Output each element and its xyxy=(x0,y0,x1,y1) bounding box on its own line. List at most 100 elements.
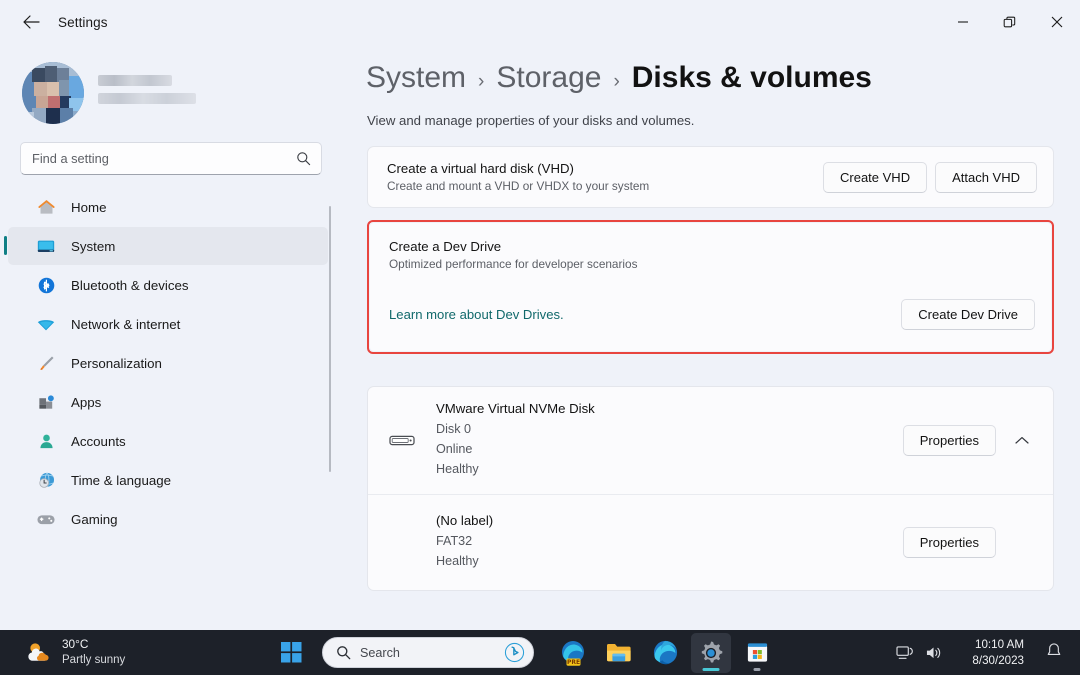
search-icon xyxy=(336,645,351,660)
taskbar-app-settings[interactable] xyxy=(691,633,731,673)
breadcrumb-system[interactable]: System xyxy=(366,61,466,95)
create-dev-drive-button[interactable]: Create Dev Drive xyxy=(901,299,1035,330)
sidebar-item-system[interactable]: System xyxy=(8,227,328,265)
volume-name: (No label) xyxy=(436,513,493,528)
sidebar-item-network-internet[interactable]: Network & internet xyxy=(8,305,328,343)
sidebar-item-label: Bluetooth & devices xyxy=(71,278,189,293)
windows-logo-icon xyxy=(281,642,302,663)
bell-icon xyxy=(1046,642,1062,659)
sidebar-item-time-language[interactable]: Time & language xyxy=(8,461,328,499)
account-icon xyxy=(34,430,58,452)
window-controls xyxy=(939,0,1080,44)
breadcrumb-current: Disks & volumes xyxy=(632,61,872,95)
sidebar-item-gaming[interactable]: Gaming xyxy=(8,500,328,538)
window-title: Settings xyxy=(58,15,108,30)
weather-temperature: 30°C xyxy=(62,637,125,652)
back-arrow-icon xyxy=(23,15,40,29)
dev-drive-title: Create a Dev Drive xyxy=(389,239,1035,254)
clock-date: 8/30/2023 xyxy=(972,653,1024,668)
weather-widget[interactable]: 30°C Partly sunny xyxy=(18,634,133,670)
profile-text xyxy=(98,75,196,111)
sidebar-item-home[interactable]: Home xyxy=(8,188,328,226)
settings-window: Settings xyxy=(0,0,1080,675)
sidebar-item-label: Network & internet xyxy=(71,317,180,332)
bing-chat-icon[interactable] xyxy=(504,642,525,663)
create-dev-drive-card: Create a Dev Drive Optimized performance… xyxy=(370,223,1051,351)
taskbar-search[interactable]: Search xyxy=(322,637,534,668)
dev-drive-subtitle: Optimized performance for developer scen… xyxy=(389,257,1035,271)
clock[interactable]: 10:10 AM 8/30/2023 xyxy=(966,634,1030,671)
clock-globe-icon xyxy=(34,469,58,491)
attach-vhd-button[interactable]: Attach VHD xyxy=(935,162,1037,193)
sidebar-nav: Home System xyxy=(0,188,340,608)
taskbar-search-label: Search xyxy=(360,646,504,660)
sidebar-item-apps[interactable]: Apps xyxy=(8,383,328,421)
breadcrumb: System › Storage › Disks & volumes xyxy=(340,44,1080,95)
vhd-card-text: Create a virtual hard disk (VHD) Create … xyxy=(387,161,649,193)
taskbar-center: Search PRE xyxy=(272,633,780,673)
vhd-card-subtitle: Create and mount a VHD or VHDX to your s… xyxy=(387,179,649,193)
taskbar-app-edge-preview[interactable]: PRE xyxy=(553,633,593,673)
search-input[interactable] xyxy=(21,151,321,166)
disk-list: VMware Virtual NVMe Disk Disk 0 Online H… xyxy=(367,386,1054,591)
partly-sunny-icon xyxy=(26,640,53,664)
disk-properties-button[interactable]: Properties xyxy=(903,425,996,456)
search-box[interactable] xyxy=(20,142,322,175)
volume-icon xyxy=(925,645,943,661)
taskbar-app-file-explorer[interactable] xyxy=(599,633,639,673)
disk-collapse-button[interactable] xyxy=(1007,425,1037,455)
weather-text: 30°C Partly sunny xyxy=(62,637,125,667)
create-vhd-card: Create a virtual hard disk (VHD) Create … xyxy=(367,146,1054,208)
sidebar-item-label: Accounts xyxy=(71,434,126,449)
close-button[interactable] xyxy=(1033,0,1080,44)
notification-button[interactable] xyxy=(1040,636,1068,670)
monitor-icon xyxy=(34,235,58,257)
minimize-icon xyxy=(957,16,969,28)
sidebar-item-bluetooth-devices[interactable]: Bluetooth & devices xyxy=(8,266,328,304)
user-name-redacted xyxy=(98,75,172,86)
disk-info: VMware Virtual NVMe Disk Disk 0 Online H… xyxy=(436,401,595,480)
breadcrumb-separator: › xyxy=(478,71,484,93)
minimize-button[interactable] xyxy=(939,0,986,44)
microsoft-store-icon xyxy=(745,640,770,666)
create-vhd-button[interactable]: Create VHD xyxy=(823,162,927,193)
restore-icon xyxy=(1003,16,1016,29)
volume-properties-button[interactable]: Properties xyxy=(903,527,996,558)
sidebar: Home System xyxy=(0,44,340,630)
taskbar-app-microsoft-store[interactable] xyxy=(737,633,777,673)
user-profile[interactable] xyxy=(0,44,340,128)
restore-button[interactable] xyxy=(986,0,1033,44)
sidebar-scrollbar[interactable] xyxy=(329,206,331,472)
search-icon xyxy=(296,151,311,171)
breadcrumb-separator: › xyxy=(613,71,619,93)
dev-drive-actions: Learn more about Dev Drives. Create Dev … xyxy=(389,299,1035,330)
close-icon xyxy=(1051,16,1063,28)
edge-preview-icon: PRE xyxy=(559,639,587,667)
user-email-redacted xyxy=(98,93,196,104)
home-icon xyxy=(34,196,58,218)
bluetooth-icon xyxy=(34,274,58,296)
network-icon xyxy=(896,645,914,661)
search-container xyxy=(0,128,340,175)
system-tray: 10:10 AM 8/30/2023 xyxy=(887,630,1080,675)
taskbar-app-edge[interactable] xyxy=(645,633,685,673)
volume-health: Healthy xyxy=(436,552,493,572)
active-indicator xyxy=(703,668,720,671)
taskbar: 30°C Partly sunny Search xyxy=(0,630,1080,675)
vhd-card-title: Create a virtual hard disk (VHD) xyxy=(387,161,649,176)
learn-more-dev-drives-link[interactable]: Learn more about Dev Drives. xyxy=(389,307,564,322)
taskbar-apps: PRE xyxy=(550,633,780,673)
sidebar-item-label: System xyxy=(71,239,115,254)
tray-status-icons[interactable] xyxy=(887,640,952,666)
sidebar-item-label: Home xyxy=(71,200,106,215)
disk-name: VMware Virtual NVMe Disk xyxy=(436,401,595,416)
dev-drive-highlight: Create a Dev Drive Optimized performance… xyxy=(367,220,1054,354)
main-content: System › Storage › Disks & volumes View … xyxy=(340,44,1080,630)
sidebar-item-personalization[interactable]: Personalization xyxy=(8,344,328,382)
sidebar-item-accounts[interactable]: Accounts xyxy=(8,422,328,460)
back-button[interactable] xyxy=(14,7,48,37)
start-button[interactable] xyxy=(272,634,310,672)
breadcrumb-storage[interactable]: Storage xyxy=(496,61,601,95)
apps-icon xyxy=(34,391,58,413)
clock-time: 10:10 AM xyxy=(972,637,1024,652)
